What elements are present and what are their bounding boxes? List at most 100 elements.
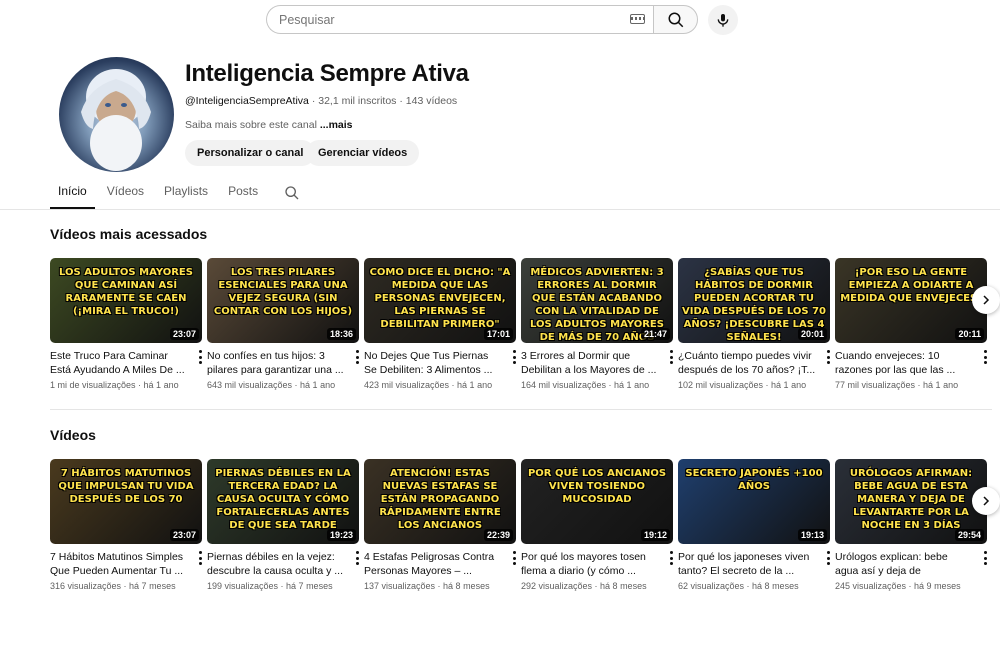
tab-posts[interactable]: Posts — [220, 176, 266, 209]
keyboard-icon[interactable] — [630, 14, 645, 24]
video-title[interactable]: 7 Hábitos Matutinos Simples Que Pueden A… — [50, 550, 202, 578]
video-row-most-viewed: Los adultos mayores que caminan así rara… — [50, 258, 1000, 398]
video-age: há 1 ano — [614, 380, 650, 390]
tab-playlists[interactable]: Playlists — [156, 176, 216, 209]
video-card[interactable]: Atención! Estas nuevas estafas se están … — [364, 459, 516, 591]
video-meta: 164 mil visualizações · há 1 ano — [521, 380, 650, 390]
channel-tabs: Início Vídeos Playlists Posts — [50, 176, 302, 209]
video-card[interactable]: Médicos advierten: 3 errores al dormir q… — [521, 258, 673, 390]
more-options-icon[interactable] — [355, 350, 359, 364]
more-options-icon[interactable] — [512, 350, 516, 364]
video-duration: 29:54 — [954, 529, 984, 541]
video-meta: 77 mil visualizações · há 1 ano — [835, 380, 959, 390]
video-thumbnail[interactable]: Como dice el dicho: "A medida que las pe… — [364, 258, 516, 343]
video-age: há 7 meses — [129, 581, 176, 591]
voice-search-button[interactable] — [708, 5, 738, 35]
video-age: há 9 meses — [914, 581, 961, 591]
scroll-next-button[interactable] — [972, 487, 1000, 515]
video-card[interactable]: ¡Por eso la gente empieza a odiarte a me… — [835, 258, 987, 390]
video-thumbnail[interactable]: Por qué los ancianos viven tosiendo muco… — [521, 459, 673, 544]
video-title[interactable]: Este Truco Para Caminar Está Ayudando A … — [50, 349, 202, 377]
section-divider — [50, 409, 992, 410]
thumbnail-text: ¡Por eso la gente empieza a odiarte a me… — [840, 267, 982, 304]
video-age: há 8 meses — [443, 581, 490, 591]
video-views: 292 visualizações — [521, 581, 593, 591]
video-title[interactable]: No Dejes Que Tus Piernas Se Debiliten: 3… — [364, 349, 516, 377]
video-card[interactable]: Por qué los ancianos viven tosiendo muco… — [521, 459, 673, 591]
more-options-icon[interactable] — [669, 551, 673, 565]
video-card[interactable]: Secreto japonés +100 años 19:13 Por qué … — [678, 459, 830, 591]
video-thumbnail[interactable]: Urólogos afirman: bebe agua de esta mane… — [835, 459, 987, 544]
video-views: 643 mil visualizações — [207, 380, 293, 390]
video-meta: 292 visualizações · há 8 meses — [521, 581, 647, 591]
video-thumbnail[interactable]: Secreto japonés +100 años 19:13 — [678, 459, 830, 544]
tab-videos[interactable]: Vídeos — [99, 176, 152, 209]
video-title[interactable]: No confíes en tus hijos: 3 pilares para … — [207, 349, 359, 377]
description-text: Saiba mais sobre este canal — [185, 119, 317, 131]
thumbnail-text: Atención! Estas nuevas estafas se están … — [379, 468, 501, 531]
channel-search-button[interactable] — [282, 183, 302, 203]
video-title[interactable]: 3 Errores al Dormir que Debilitan a los … — [521, 349, 673, 377]
thumbnail-text: Los tres pilares esenciales para una vej… — [213, 267, 353, 317]
channel-title: Inteligencia Sempre Ativa — [185, 60, 469, 87]
section-title-videos: Vídeos — [50, 427, 96, 443]
search-button[interactable] — [653, 5, 698, 34]
video-duration: 20:01 — [797, 328, 827, 340]
more-options-icon[interactable] — [826, 551, 830, 565]
video-card[interactable]: Piernas débiles en la tercera edad? La c… — [207, 459, 359, 591]
channel-meta: @InteligenciaSempreAtiva · 32,1 mil insc… — [185, 95, 457, 107]
more-link[interactable]: ...mais — [320, 119, 353, 131]
video-meta: 137 visualizações · há 8 meses — [364, 581, 490, 591]
search-icon — [668, 12, 683, 27]
video-thumbnail[interactable]: Médicos advierten: 3 errores al dormir q… — [521, 258, 673, 343]
more-options-icon[interactable] — [983, 551, 987, 565]
more-options-icon[interactable] — [512, 551, 516, 565]
more-options-icon[interactable] — [669, 350, 673, 364]
video-views: 423 mil visualizações — [364, 380, 450, 390]
video-thumbnail[interactable]: ¡Por eso la gente empieza a odiarte a me… — [835, 258, 987, 343]
video-thumbnail[interactable]: 7 hábitos matutinos que impulsan tu vida… — [50, 459, 202, 544]
video-card[interactable]: Urólogos afirman: bebe agua de esta mane… — [835, 459, 987, 591]
search-input[interactable] — [266, 5, 653, 34]
video-age: há 1 ano — [771, 380, 807, 390]
video-views: 137 visualizações — [364, 581, 436, 591]
channel-description[interactable]: Saiba mais sobre este canal ...mais — [185, 119, 353, 131]
video-card[interactable]: Los tres pilares esenciales para una vej… — [207, 258, 359, 390]
tab-home[interactable]: Início — [50, 176, 95, 209]
more-options-icon[interactable] — [983, 350, 987, 364]
subscriber-count: 32,1 mil inscritos — [318, 95, 397, 107]
video-age: há 7 meses — [286, 581, 333, 591]
video-meta: 643 mil visualizações · há 1 ano — [207, 380, 336, 390]
search-icon — [285, 185, 299, 199]
video-title[interactable]: ¿Cuánto tiempo puedes vivir después de l… — [678, 349, 830, 377]
video-thumbnail[interactable]: Piernas débiles en la tercera edad? La c… — [207, 459, 359, 544]
video-title[interactable]: Cuando envejeces: 10 razones por las que… — [835, 349, 987, 377]
video-views: 1 mi de visualizações — [50, 380, 136, 390]
video-title[interactable]: Urólogos explican: bebe agua así y deja … — [835, 550, 987, 578]
more-options-icon[interactable] — [826, 350, 830, 364]
video-thumbnail[interactable]: Atención! Estas nuevas estafas se están … — [364, 459, 516, 544]
video-thumbnail[interactable]: Los adultos mayores que caminan así rara… — [50, 258, 202, 343]
video-card[interactable]: Como dice el dicho: "A medida que las pe… — [364, 258, 516, 390]
scroll-next-button[interactable] — [972, 286, 1000, 314]
more-options-icon[interactable] — [355, 551, 359, 565]
video-thumbnail[interactable]: ¿Sabías que tus hábitos de dormir pueden… — [678, 258, 830, 343]
video-card[interactable]: 7 hábitos matutinos que impulsan tu vida… — [50, 459, 202, 591]
video-duration: 21:47 — [640, 328, 670, 340]
video-age: há 8 meses — [600, 581, 647, 591]
video-title[interactable]: Por qué los mayores tosen flema a diario… — [521, 550, 673, 578]
video-title[interactable]: Piernas débiles en la vejez: descubre la… — [207, 550, 359, 578]
more-options-icon[interactable] — [198, 551, 202, 565]
video-meta: 423 mil visualizações · há 1 ano — [364, 380, 493, 390]
video-duration: 17:01 — [483, 328, 513, 340]
wise-man-avatar-icon — [81, 69, 151, 171]
channel-avatar[interactable] — [59, 57, 174, 172]
manage-videos-button[interactable]: Gerenciar vídeos — [306, 140, 420, 166]
video-title[interactable]: Por qué los japoneses viven tanto? El se… — [678, 550, 830, 578]
video-title[interactable]: 4 Estafas Peligrosas Contra Personas May… — [364, 550, 516, 578]
video-card[interactable]: ¿Sabías que tus hábitos de dormir pueden… — [678, 258, 830, 390]
customize-channel-button[interactable]: Personalizar o canal — [185, 140, 316, 166]
video-card[interactable]: Los adultos mayores que caminan así rara… — [50, 258, 202, 390]
more-options-icon[interactable] — [198, 350, 202, 364]
video-thumbnail[interactable]: Los tres pilares esenciales para una vej… — [207, 258, 359, 343]
